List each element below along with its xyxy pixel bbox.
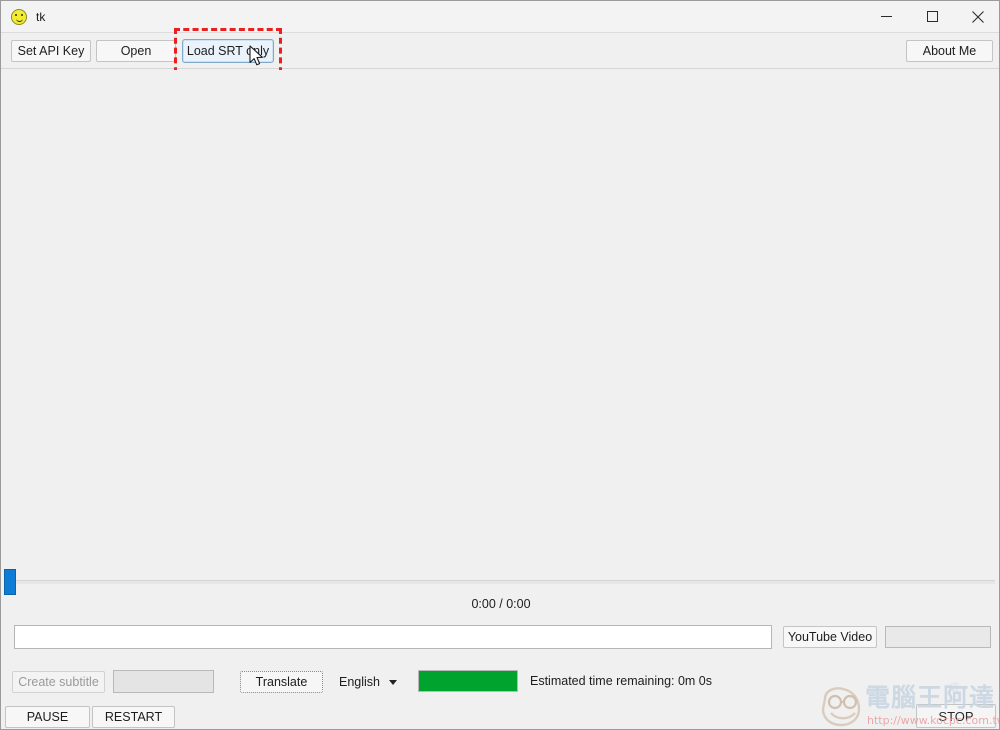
smiley-face-icon	[11, 8, 27, 25]
translate-button[interactable]: Translate	[240, 671, 323, 693]
window-controls	[863, 1, 999, 33]
watermark-face-icon	[821, 687, 861, 727]
open-button[interactable]: Open	[96, 40, 176, 62]
seek-slider-track	[5, 580, 995, 584]
application-window: tk Set API Key Open Load SRT only About …	[0, 0, 1000, 730]
title-bar-left: tk	[1, 8, 863, 25]
progress-bar-fill	[419, 671, 517, 691]
language-dropdown-value: English	[339, 675, 380, 689]
load-srt-only-button[interactable]: Load SRT only	[182, 39, 274, 63]
srt-file-field[interactable]	[885, 626, 991, 648]
seek-slider[interactable]	[1, 567, 999, 597]
close-icon[interactable]	[955, 1, 999, 33]
youtube-video-button[interactable]: YouTube Video	[783, 626, 877, 648]
video-display-area	[2, 70, 999, 567]
chevron-down-icon	[389, 679, 397, 685]
language-dropdown[interactable]: English	[339, 671, 407, 693]
restart-button[interactable]: RESTART	[92, 706, 175, 728]
about-me-button[interactable]: About Me	[906, 40, 993, 62]
title-bar: tk	[1, 1, 999, 33]
seek-slider-thumb[interactable]	[4, 569, 16, 595]
set-api-key-button[interactable]: Set API Key	[11, 40, 91, 62]
stop-button[interactable]: STOP	[916, 704, 996, 728]
eta-label: Estimated time remaining: 0m 0s	[530, 674, 713, 688]
progress-bar	[418, 670, 518, 692]
create-subtitle-button[interactable]: Create subtitle	[12, 671, 105, 693]
window-title: tk	[36, 9, 46, 24]
pause-button[interactable]: PAUSE	[5, 706, 90, 728]
subtitle-field[interactable]	[113, 670, 214, 693]
url-input[interactable]	[14, 625, 772, 649]
playback-time-label: 0:00 / 0:00	[471, 597, 531, 611]
maximize-icon[interactable]	[909, 1, 955, 33]
minimize-icon[interactable]	[863, 1, 909, 33]
watermark-crown-icon: ♕	[949, 679, 961, 694]
